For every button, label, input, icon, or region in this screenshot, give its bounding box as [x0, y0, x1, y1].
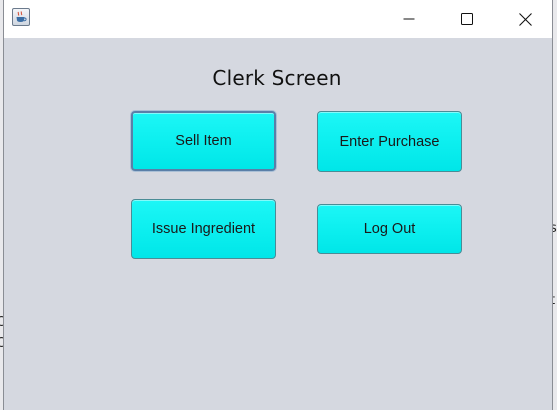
java-coffee-cup-icon[interactable]	[12, 8, 30, 26]
page-title: Clerk Screen	[212, 66, 342, 90]
log-out-button[interactable]: Log Out	[317, 204, 462, 254]
sell-item-button[interactable]: Sell Item	[131, 111, 276, 171]
enter-purchase-button[interactable]: Enter Purchase	[317, 111, 462, 172]
window-titlebar[interactable]	[4, 0, 552, 38]
minimize-button[interactable]	[380, 0, 438, 38]
issue-ingredient-button[interactable]: Issue Ingredient	[131, 199, 276, 259]
minimize-icon	[403, 18, 415, 20]
close-icon	[518, 12, 532, 26]
maximize-button[interactable]	[438, 0, 496, 38]
close-button[interactable]	[496, 0, 554, 38]
clerk-window: Clerk Screen Sell Item Enter Purchase Is…	[3, 0, 553, 410]
maximize-icon	[461, 13, 473, 25]
